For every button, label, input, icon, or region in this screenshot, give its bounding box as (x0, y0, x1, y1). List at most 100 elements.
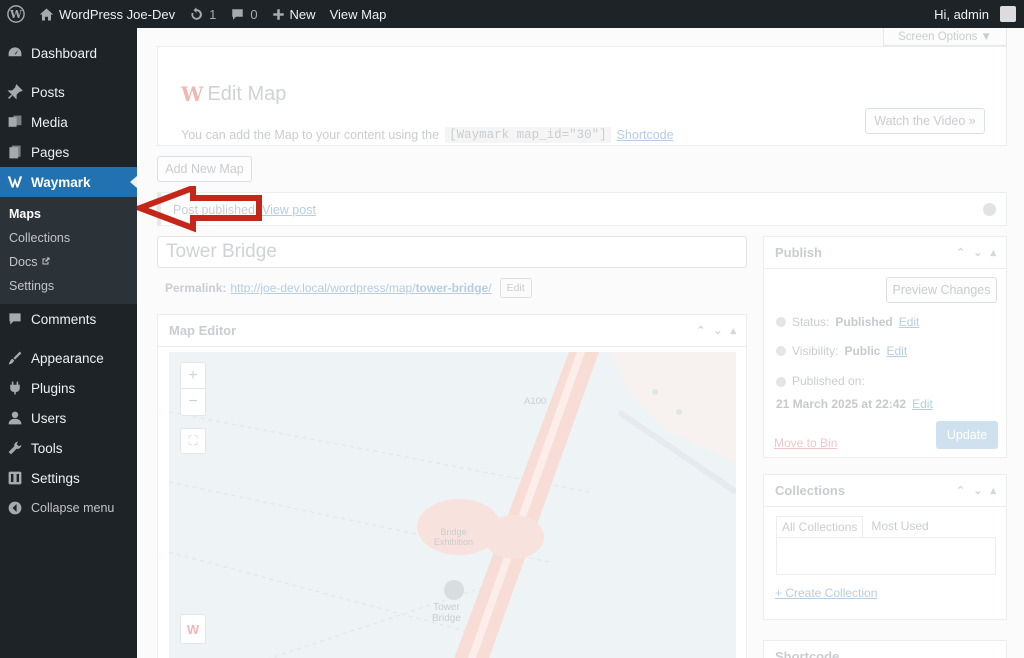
waymark-editor-button[interactable]: W (180, 614, 206, 644)
comment-icon (9, 313, 21, 325)
watch-video-button[interactable]: Watch the Video » (865, 108, 985, 134)
waymark-logo-icon: W (181, 82, 204, 106)
collections-checklist[interactable] (776, 537, 996, 575)
chevron-down-icon[interactable]: ⌄ (973, 484, 982, 497)
sidebar-item-posts[interactable]: Posts (0, 77, 137, 107)
visibility-edit-link[interactable]: Edit (886, 344, 907, 358)
view-map-link[interactable]: View Map (323, 0, 394, 28)
greeting: Hi, admin (934, 6, 989, 22)
chevron-up-icon[interactable]: ⌃ (696, 324, 705, 337)
sidebar-item-plugins[interactable]: Plugins (0, 373, 137, 403)
submenu-item-maps[interactable]: Maps (0, 202, 137, 226)
sidebar-item-label: Dashboard (31, 45, 98, 61)
sidebar-item-users[interactable]: Users (0, 403, 137, 433)
sidebar-item-media[interactable]: Media (0, 107, 137, 137)
collections-title: Collections (775, 483, 846, 498)
sidebar-item-label: Appearance (31, 350, 104, 366)
preview-changes-button[interactable]: Preview Changes (886, 277, 997, 303)
sidebar-item-label: Plugins (31, 380, 76, 396)
dashboard-icon (8, 47, 22, 57)
published-edit-link[interactable]: Edit (912, 396, 933, 413)
pin-icon (7, 84, 23, 100)
published-label: Published on: (792, 374, 865, 388)
map-editor-title: Map Editor (169, 323, 237, 338)
zoom-out-button[interactable]: − (181, 389, 205, 415)
comments-link[interactable]: 0 (223, 0, 264, 28)
shortcode-title: Shortcode (775, 649, 840, 658)
sidebar-item-appearance[interactable]: Appearance (0, 343, 137, 373)
home-icon (39, 8, 54, 20)
fullscreen-button[interactable]: ⛶ (180, 428, 206, 454)
chevron-up-icon[interactable]: ⌃ (956, 484, 965, 497)
sidebar-item-settings[interactable]: Settings (0, 463, 137, 493)
sidebar-item-dashboard[interactable]: Dashboard (0, 38, 137, 68)
waymark-icon (7, 176, 23, 188)
site-name-link[interactable]: WordPress Joe-Dev (32, 0, 182, 28)
key-icon (776, 317, 786, 327)
page-title-text: Edit Map (207, 82, 287, 105)
status-edit-link[interactable]: Edit (899, 315, 920, 329)
chevron-down-icon[interactable]: ⌄ (713, 324, 722, 337)
collections-box: Collections ⌃ ⌄ ▴ All Collections Most Use… (763, 474, 1007, 620)
admin-bar: W WordPress Joe-Dev 1 0 New View Map Hi,… (0, 0, 1024, 28)
permalink-link[interactable]: http://joe-dev.local/wordpress/map/tower… (230, 281, 491, 295)
external-link-icon (42, 257, 50, 265)
toggle-icon[interactable]: ▴ (730, 324, 736, 337)
screen-options-button[interactable]: Screen Options ▼ (883, 28, 1007, 46)
tab-all-collections[interactable]: All Collections (776, 516, 864, 537)
wordpress-logo-icon[interactable]: W (0, 0, 32, 28)
update-button[interactable]: Update (936, 421, 998, 449)
sidebar-item-pages[interactable]: Pages (0, 137, 137, 167)
updates-link[interactable]: 1 (182, 0, 223, 28)
status-row: Status: Published Edit (776, 315, 919, 329)
road-label-a100: A100 (524, 396, 547, 407)
published-on-row: Published on: 21 March 2025 at 22:42 Edi… (776, 373, 996, 413)
submenu-item-settings[interactable]: Settings (0, 274, 137, 298)
toggle-icon[interactable]: ▴ (990, 246, 996, 259)
sidebar-item-comments[interactable]: Comments (0, 304, 137, 334)
new-label: New (289, 6, 316, 22)
map-editor-header: Map Editor ⌃ ⌄ ▴ (158, 315, 746, 347)
permalink-edit-button[interactable]: Edit (499, 278, 532, 298)
view-post-link[interactable]: View post (262, 203, 316, 217)
main-content: Screen Options ▼ W Edit Map You can add … (137, 28, 1024, 658)
create-collection-link[interactable]: + Create Collection (775, 586, 877, 600)
admin-sidebar: Dashboard Posts Media Pages Waymark Maps… (0, 28, 137, 658)
permalink-label: Permalink: (165, 281, 227, 295)
comment-bubble-icon (232, 8, 244, 20)
my-account-link[interactable]: Hi, admin (927, 0, 1024, 28)
site-name: WordPress Joe-Dev (59, 6, 176, 22)
collapse-menu-button[interactable]: Collapse menu (0, 493, 137, 523)
shortcode-code: [Waymark map_id="30"] (445, 127, 611, 143)
toggle-icon[interactable]: ▴ (990, 484, 996, 497)
submenu-item-docs-label: Docs (9, 255, 38, 269)
collections-header: Collections ⌃ ⌄ ▴ (764, 475, 1006, 507)
page-title: W Edit Map (181, 82, 286, 106)
settings-icon (8, 471, 22, 485)
add-new-map-button[interactable]: Add New Map (157, 156, 252, 182)
dismiss-notice-icon[interactable] (983, 203, 996, 216)
publish-header: Publish ⌃ ⌄ ▴ (764, 237, 1006, 269)
move-to-bin-link[interactable]: Move to Bin (774, 436, 837, 450)
map-canvas[interactable]: A100 Bridge Exhibition Tower Bridge + − … (169, 352, 736, 658)
zoom-control: + − (180, 362, 206, 416)
refresh-icon (191, 6, 202, 20)
sidebar-item-tools[interactable]: Tools (0, 433, 137, 463)
sidebar-item-waymark[interactable]: Waymark (0, 167, 137, 197)
chevron-up-icon[interactable]: ⌃ (956, 246, 965, 259)
zoom-in-button[interactable]: + (181, 363, 205, 389)
avatar (1000, 6, 1016, 22)
shortcode-docs-link[interactable]: Shortcode (617, 128, 674, 142)
calendar-icon (776, 376, 786, 387)
media-icon (8, 115, 22, 127)
chevron-down-icon[interactable]: ⌄ (973, 246, 982, 259)
publish-box: Publish ⌃ ⌄ ▴ Preview Changes Status: Publ… (763, 236, 1007, 458)
submenu-item-collections[interactable]: Collections (0, 226, 137, 250)
new-content-link[interactable]: New (265, 0, 323, 28)
map-label-exhibition: Bridge Exhibition (434, 527, 474, 547)
post-published-notice: Post published. View post (157, 192, 1007, 226)
shortcode-header: Shortcode (764, 641, 1006, 658)
submenu-item-docs[interactable]: Docs (0, 250, 137, 274)
tab-most-used[interactable]: Most Used (863, 516, 936, 537)
collections-tabs: All Collections Most Used (776, 516, 937, 537)
